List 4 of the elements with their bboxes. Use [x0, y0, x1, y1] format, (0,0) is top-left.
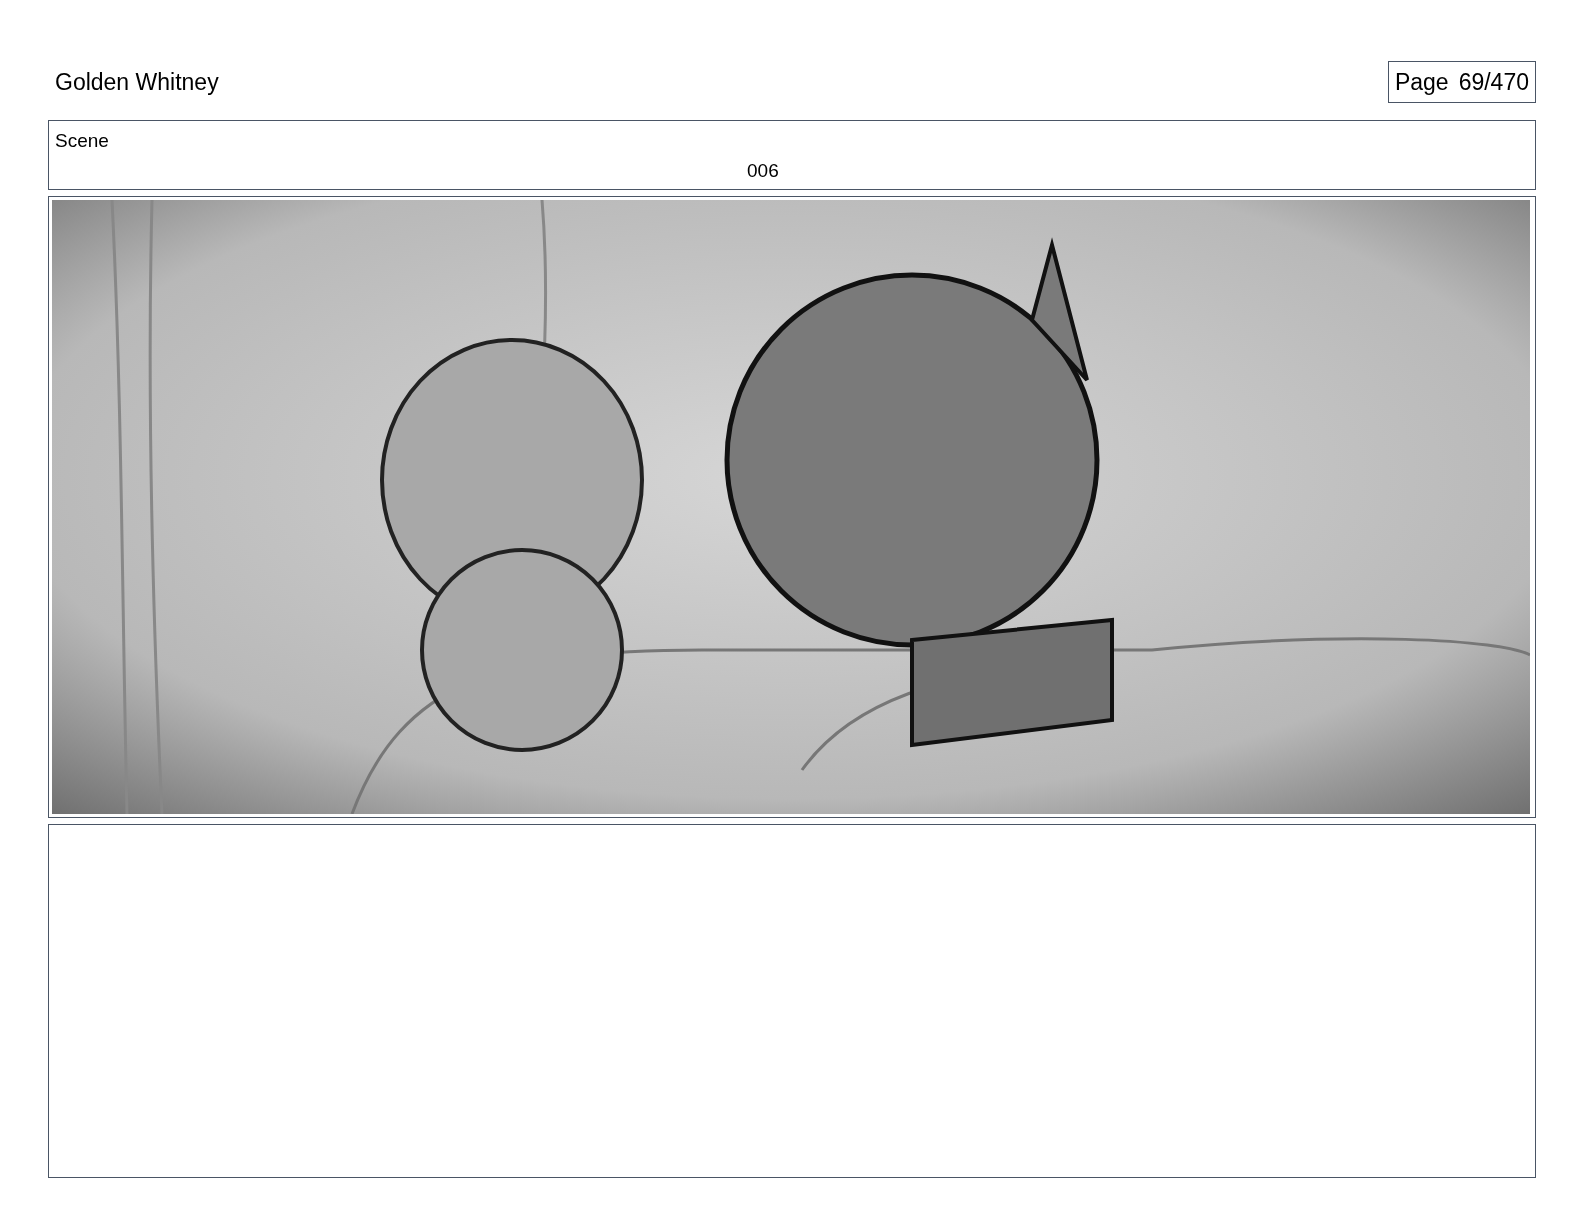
scene-number: 006 — [747, 159, 779, 183]
scene-label: Scene — [55, 129, 109, 153]
page-counter: Page 69/470 — [1387, 61, 1536, 103]
document-title: Golden Whitney — [55, 67, 219, 97]
